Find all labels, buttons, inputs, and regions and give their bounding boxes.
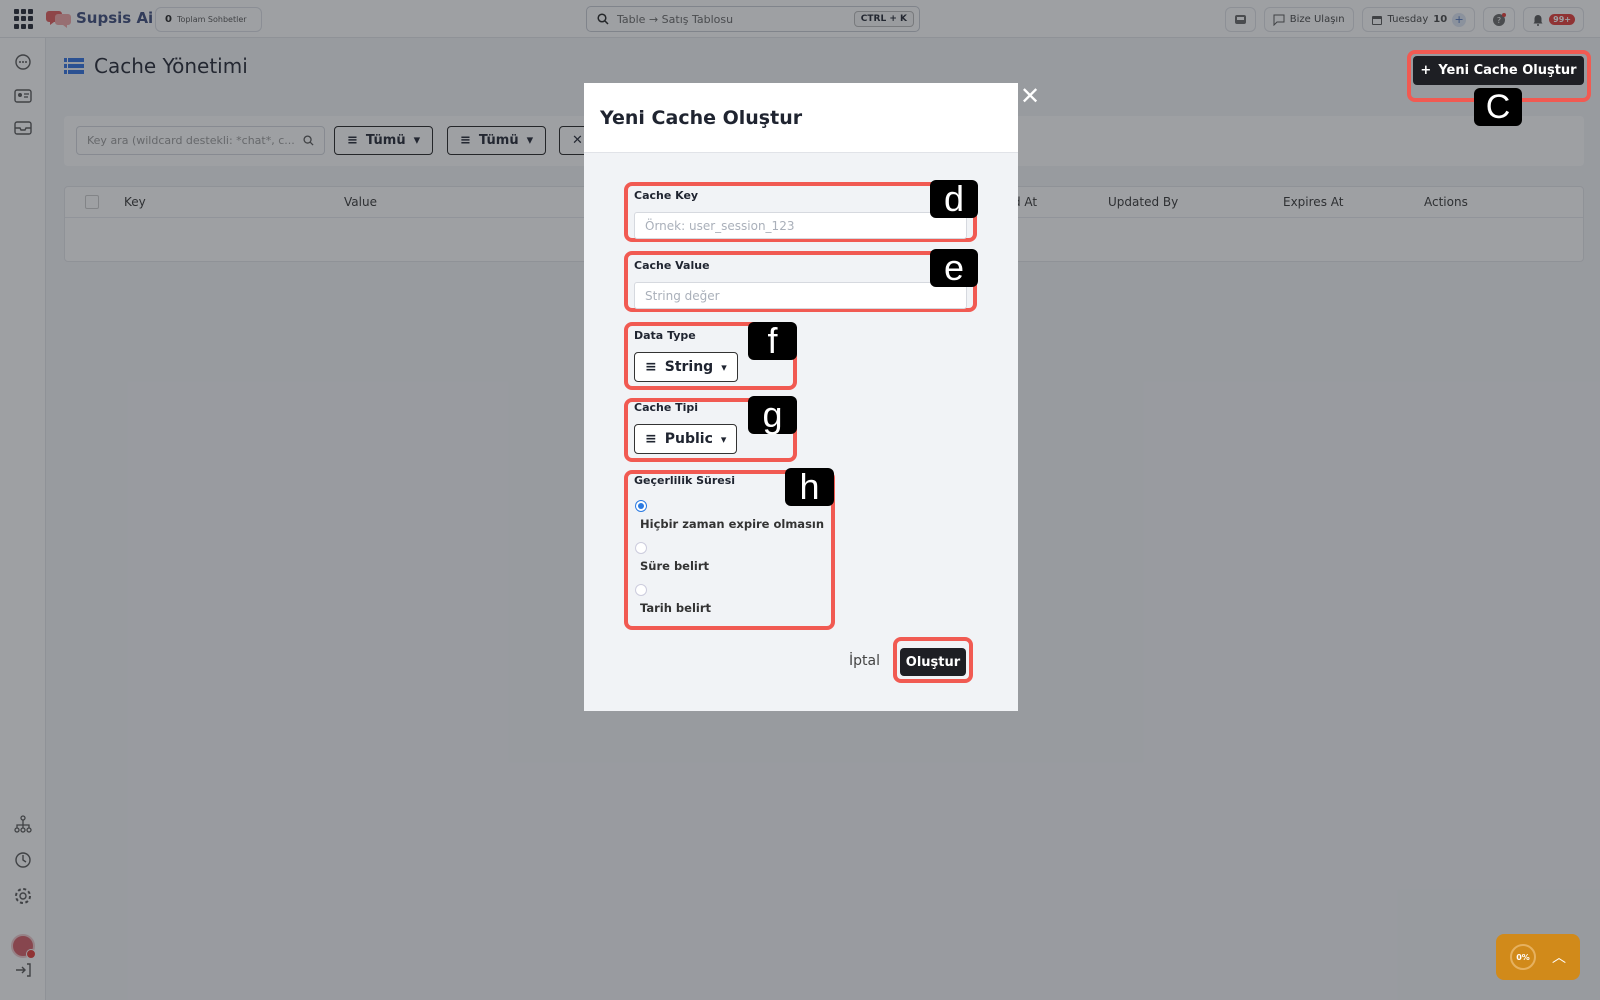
radio-never-expire[interactable] bbox=[635, 500, 647, 512]
validity-label: Geçerlilik Süresi bbox=[634, 474, 736, 487]
radio-date[interactable] bbox=[635, 584, 647, 596]
annotation-h: h bbox=[785, 468, 834, 506]
cache-key-input[interactable]: Örnek: user_session_123 bbox=[634, 212, 967, 239]
data-type-label: Data Type bbox=[634, 329, 696, 342]
cache-value-input[interactable]: String değer bbox=[634, 282, 967, 309]
submit-button[interactable]: Oluştur bbox=[900, 648, 966, 676]
annotation-g: g bbox=[748, 396, 797, 434]
cache-type-label: Cache Tipi bbox=[634, 401, 699, 414]
chevron-down-icon: ▾ bbox=[720, 432, 727, 446]
annotation-c: C bbox=[1474, 88, 1522, 126]
option-date[interactable]: Tarih belirt bbox=[640, 601, 711, 615]
progress-widget[interactable]: 0% ︿ bbox=[1496, 934, 1580, 980]
annotation-f: f bbox=[748, 322, 797, 360]
cancel-button[interactable]: İptal bbox=[849, 653, 880, 669]
radio-duration[interactable] bbox=[635, 542, 647, 554]
cache-type-dropdown[interactable]: ≡ Public ▾ bbox=[634, 424, 738, 454]
annotation-d: d bbox=[930, 180, 978, 218]
chevron-down-icon: ▾ bbox=[721, 360, 727, 374]
cache-type-value: Public bbox=[664, 431, 713, 447]
cache-value-label: Cache Value bbox=[634, 259, 710, 272]
progress-percent: 0% bbox=[1510, 944, 1536, 970]
chevron-up-icon[interactable]: ︿ bbox=[1552, 947, 1566, 967]
filter-icon: ≡ bbox=[645, 359, 657, 375]
modal-title: Yeni Cache Oluştur bbox=[600, 106, 803, 129]
modal-header: Yeni Cache Oluştur bbox=[584, 83, 1018, 153]
close-icon[interactable]: ✕ bbox=[1020, 84, 1040, 108]
filter-icon: ≡ bbox=[645, 431, 657, 447]
option-never-expire[interactable]: Hiçbir zaman expire olmasın bbox=[640, 517, 824, 531]
annotation-e: e bbox=[930, 249, 978, 287]
data-type-value: String bbox=[664, 359, 714, 375]
option-duration[interactable]: Süre belirt bbox=[640, 559, 709, 573]
cache-key-label: Cache Key bbox=[634, 189, 699, 202]
data-type-dropdown[interactable]: ≡ String ▾ bbox=[634, 352, 738, 382]
